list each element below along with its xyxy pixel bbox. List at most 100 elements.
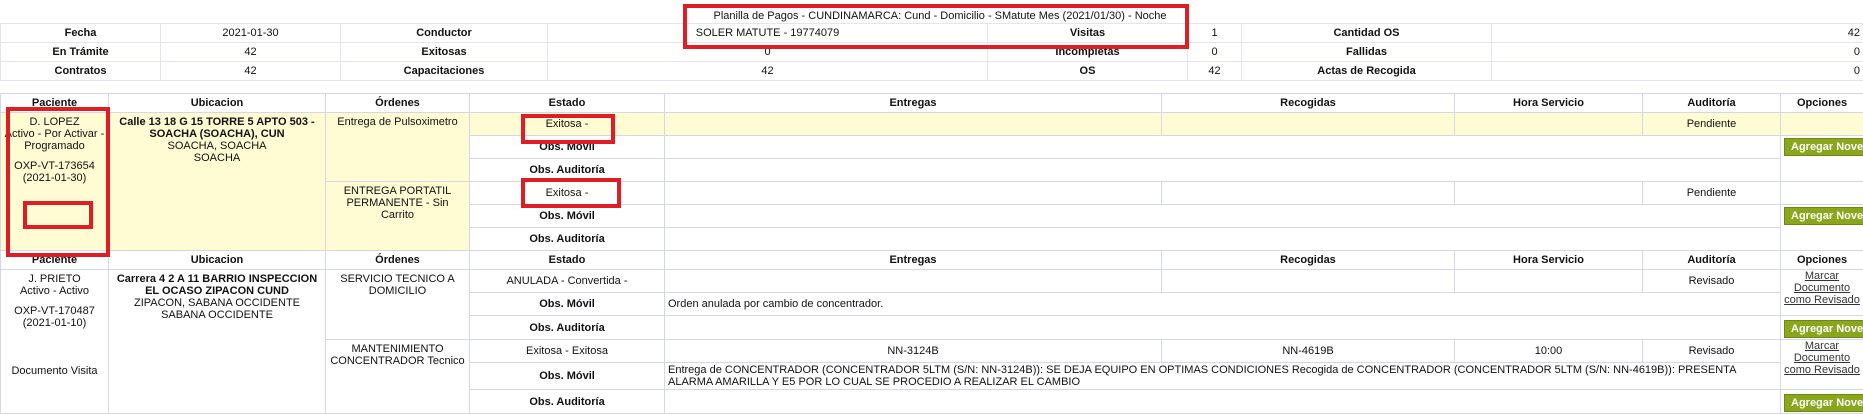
header-hora-servicio: Hora Servicio bbox=[1455, 94, 1643, 113]
summary-label-contratos: Contratos bbox=[1, 62, 161, 81]
obs-auditoria-label: Obs. Auditoría bbox=[470, 316, 665, 340]
header-auditoria: Auditoría bbox=[1643, 251, 1781, 270]
order-recogidas: NN-4619B bbox=[1162, 340, 1455, 363]
obs-auditoria-text bbox=[665, 390, 1781, 414]
patient-code: OXP-VT-173654 bbox=[4, 160, 105, 172]
location-cell: Calle 13 18 G 15 TORRE 5 APTO 503 - SOAC… bbox=[109, 113, 326, 251]
options-cell: Marcar Documento como Revisado bbox=[1781, 270, 1863, 316]
patient-name: D. LOPEZ bbox=[4, 116, 105, 128]
header-ubicacion: Ubicacion bbox=[109, 94, 326, 113]
order-auditoria: Pendiente bbox=[1643, 182, 1781, 205]
order-name: SERVICIO TECNICO A DOMICILIO bbox=[326, 270, 470, 340]
order-hora: 10:00 bbox=[1455, 340, 1643, 363]
header-opciones: Opciones bbox=[1781, 94, 1863, 113]
orders-table: Paciente Ubicacion Órdenes Estado Entreg… bbox=[0, 93, 1863, 414]
order-estado: Exitosa - bbox=[470, 182, 665, 205]
obs-auditoria-text bbox=[665, 159, 1781, 182]
header-hora-servicio: Hora Servicio bbox=[1455, 251, 1643, 270]
summary-value-conductor: SOLER MATUTE - 19774079 bbox=[548, 24, 988, 43]
order-recogidas bbox=[1162, 113, 1455, 136]
agregar-novedad-button[interactable]: Agregar Novedad bbox=[1784, 207, 1863, 225]
summary-label-en-tramite: En Trámite bbox=[1, 43, 161, 62]
order-name: MANTENIMIENTO CONCENTRADOR Tecnico bbox=[326, 340, 470, 414]
order-entregas bbox=[665, 270, 1162, 293]
order-hora bbox=[1455, 113, 1643, 136]
order-name: ENTREGA PORTATIL PERMANENTE - Sin Carrit… bbox=[326, 182, 470, 251]
patient-status: Activo - Activo bbox=[4, 285, 105, 297]
summary-value-cantidad-os: 42 bbox=[1492, 24, 1863, 43]
documento-visita-link[interactable]: Documento Visita bbox=[4, 365, 105, 377]
obs-auditoria-label: Obs. Auditoría bbox=[470, 228, 665, 251]
page-title: Planilla de Pagos - CUNDINAMARCA: Cund -… bbox=[690, 10, 1190, 22]
patient-code: OXP-VT-170487 bbox=[4, 305, 105, 317]
order-opciones bbox=[1781, 182, 1863, 205]
agregar-novedad-button[interactable]: Agregar Novedad bbox=[1784, 394, 1863, 412]
summary-label-incompletas: Incompletas bbox=[988, 43, 1188, 62]
order-opciones bbox=[1781, 113, 1863, 136]
location-region: SABANA OCCIDENTE bbox=[112, 309, 322, 321]
order-entregas: NN-3124B bbox=[665, 340, 1162, 363]
header-recogidas: Recogidas bbox=[1162, 251, 1455, 270]
header-estado: Estado bbox=[470, 251, 665, 270]
summary-value-fecha: 2021-01-30 bbox=[161, 24, 341, 43]
agregar-novedad-button[interactable]: Agregar Novedad bbox=[1784, 138, 1863, 156]
summary-value-incompletas: 0 bbox=[1188, 43, 1242, 62]
agregar-novedad-button[interactable]: Agregar Novedad bbox=[1784, 320, 1863, 338]
order-hora bbox=[1455, 182, 1643, 205]
order-estado: ANULADA - Convertida - bbox=[470, 270, 665, 293]
location-address: Carrera 4 2 A 11 BARRIO INSPECCION EL OC… bbox=[112, 273, 322, 297]
header-estado: Estado bbox=[470, 94, 665, 113]
obs-auditoria-text bbox=[665, 228, 1781, 251]
summary-label-cantidad-os: Cantidad OS bbox=[1242, 24, 1492, 43]
header-entregas: Entregas bbox=[665, 251, 1162, 270]
patient-date: (2021-01-10) bbox=[4, 317, 105, 329]
summary-label-exitosas: Exitosas bbox=[341, 43, 548, 62]
marcar-revisado-link[interactable]: Marcar Documento como Revisado bbox=[1784, 270, 1860, 306]
order-auditoria: Revisado bbox=[1643, 270, 1781, 293]
order-hora bbox=[1455, 270, 1643, 293]
location-address: Calle 13 18 G 15 TORRE 5 APTO 503 - SOAC… bbox=[112, 116, 322, 140]
options-cell: Agregar Novedad bbox=[1781, 205, 1863, 251]
header-opciones: Opciones bbox=[1781, 251, 1863, 270]
obs-movil-text bbox=[665, 136, 1781, 159]
order-entregas bbox=[665, 182, 1162, 205]
obs-movil-label: Obs. Móvil bbox=[470, 205, 665, 228]
patient-status: Activo - Por Activar - Programado bbox=[4, 128, 105, 152]
header-paciente: Paciente bbox=[1, 94, 109, 113]
options-cell: Agregar Novedad bbox=[1781, 390, 1863, 414]
summary-label-actas: Actas de Recogida bbox=[1242, 62, 1492, 81]
obs-auditoria-label: Obs. Auditoría bbox=[470, 159, 665, 182]
obs-movil-label: Obs. Móvil bbox=[470, 363, 665, 390]
order-estado: Exitosa - bbox=[470, 113, 665, 136]
order-auditoria: Pendiente bbox=[1643, 113, 1781, 136]
options-cell: Agregar Novedad bbox=[1781, 316, 1863, 340]
summary-value-actas: 0 bbox=[1492, 62, 1863, 81]
location-city: ZIPACON, SABANA OCCIDENTE bbox=[112, 297, 322, 309]
summary-label-fecha: Fecha bbox=[1, 24, 161, 43]
summary-value-exitosas: 0 bbox=[548, 43, 988, 62]
table-row: J. PRIETO Activo - Activo OXP-VT-170487 … bbox=[1, 270, 1863, 293]
summary-value-visitas: 1 bbox=[1188, 24, 1242, 43]
location-cell: Carrera 4 2 A 11 BARRIO INSPECCION EL OC… bbox=[109, 270, 326, 414]
marcar-revisado-link[interactable]: Marcar Documento como Revisado bbox=[1784, 340, 1860, 376]
obs-movil-label: Obs. Móvil bbox=[470, 136, 665, 159]
summary-label-os: OS bbox=[988, 62, 1188, 81]
summary-label-capacitaciones: Capacitaciones bbox=[341, 62, 548, 81]
header-ubicacion: Ubicacion bbox=[109, 251, 326, 270]
obs-auditoria-label: Obs. Auditoría bbox=[470, 390, 665, 414]
table-header-row: Paciente Ubicacion Órdenes Estado Entreg… bbox=[1, 251, 1863, 270]
patient-cell: D. LOPEZ Activo - Por Activar - Programa… bbox=[1, 113, 109, 251]
header-entregas: Entregas bbox=[665, 94, 1162, 113]
order-recogidas bbox=[1162, 270, 1455, 293]
table-header-row: Paciente Ubicacion Órdenes Estado Entreg… bbox=[1, 94, 1863, 113]
order-auditoria: Revisado bbox=[1643, 340, 1781, 363]
header-ordenes: Órdenes bbox=[326, 94, 470, 113]
obs-movil-text: Entrega de CONCENTRADOR (CONCENTRADOR 5L… bbox=[665, 363, 1781, 390]
header-paciente: Paciente bbox=[1, 251, 109, 270]
summary-value-os: 42 bbox=[1188, 62, 1242, 81]
header-recogidas: Recogidas bbox=[1162, 94, 1455, 113]
patient-cell: J. PRIETO Activo - Activo OXP-VT-170487 … bbox=[1, 270, 109, 414]
location-region: SOACHA bbox=[112, 152, 322, 164]
patient-name: J. PRIETO bbox=[4, 273, 105, 285]
table-row: D. LOPEZ Activo - Por Activar - Programa… bbox=[1, 113, 1863, 136]
